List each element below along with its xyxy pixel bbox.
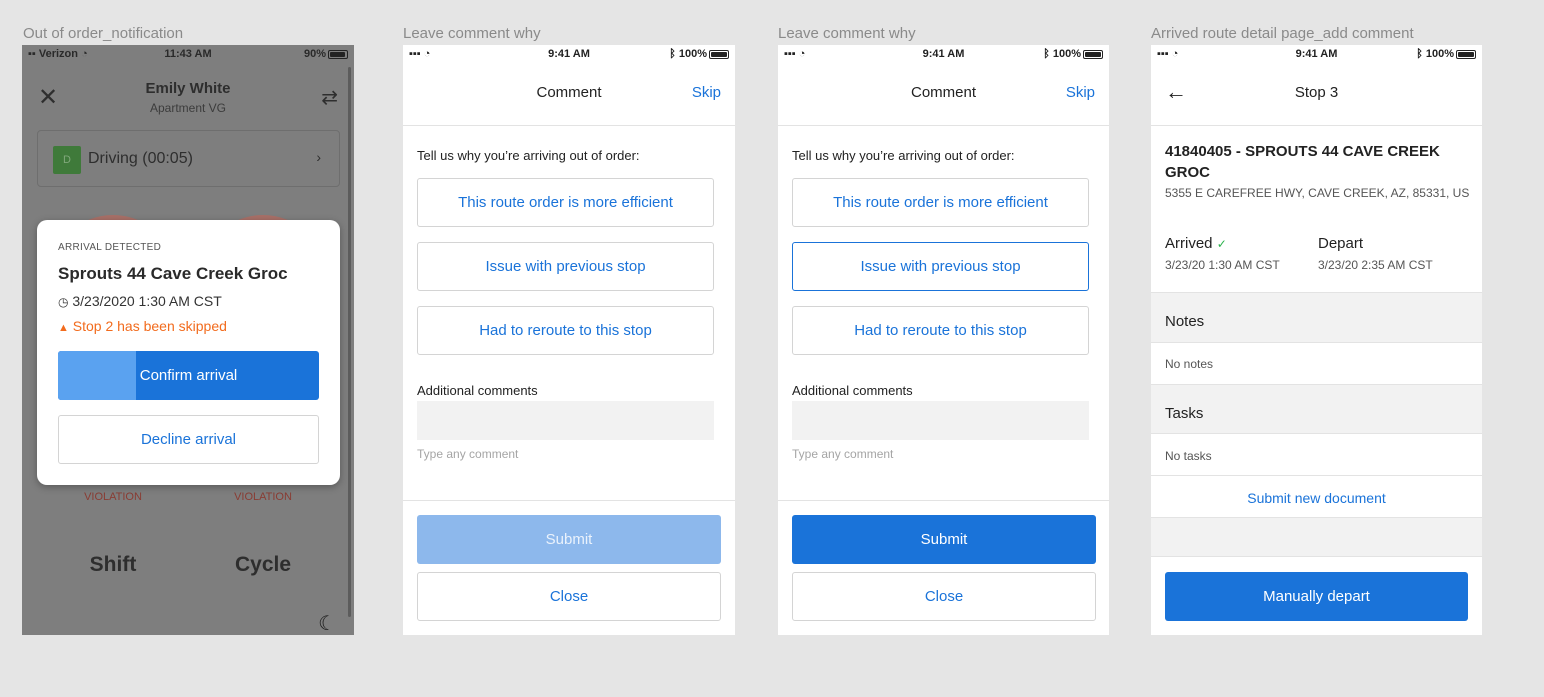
frame-label: Arrived route detail page_add comment: [1151, 25, 1414, 42]
skip-button[interactable]: Skip: [1066, 84, 1095, 101]
arrived-label: Arrived: [1165, 235, 1213, 252]
option-efficient[interactable]: This route order is more efficient: [792, 178, 1089, 227]
phone-comment-selected: ▪▪▪ ◔ 9:41 AM ᛒ 100% Comment Skip Tell us w…: [778, 45, 1109, 635]
spacer: [1151, 518, 1482, 557]
comment-input[interactable]: [792, 401, 1089, 440]
comment-placeholder: Type any comment: [792, 447, 894, 461]
stop-title: 41840405 - SPROUTS 44 CAVE CREEK GROC: [1165, 143, 1440, 181]
battery-icon: [1456, 49, 1476, 59]
decline-arrival-button[interactable]: Decline arrival: [58, 415, 319, 464]
frame-label: Out of order_notification: [23, 25, 184, 42]
status-time: 11:43 AM: [164, 48, 212, 60]
warning-icon: ▲: [58, 322, 69, 334]
manually-depart-button[interactable]: Manually depart: [1165, 572, 1468, 621]
tasks-section-header: Tasks: [1151, 385, 1482, 434]
status-bar: ▪▪▪ ◔ 9:41 AM ᛒ 100%: [1151, 45, 1482, 63]
close-button[interactable]: Close: [417, 572, 721, 621]
cycle-label: Cycle: [234, 553, 292, 576]
comment-placeholder: Type any comment: [417, 447, 519, 461]
phone-out-of-order-notification: ▪▪ Verizon ◔ 11:43 AM 90% ✕ Emily White …: [22, 45, 354, 635]
prompt: Tell us why you’re arriving out of order…: [417, 148, 640, 163]
tasks-title: Tasks: [1165, 405, 1204, 422]
divider: [403, 500, 735, 501]
status-time: 9:41 AM: [922, 48, 965, 60]
close-button[interactable]: Close: [792, 572, 1096, 621]
duty-label: Driving (00:05): [88, 150, 193, 167]
phone-comment-empty: ▪▪▪ ◔ 9:41 AM ᛒ 100% Comment Skip Tell us w…: [403, 45, 735, 635]
frame-label: Leave comment why: [403, 25, 541, 42]
shift-label: Shift: [89, 553, 137, 576]
cycle-status: VIOLATION: [234, 491, 292, 503]
option-efficient[interactable]: This route order is more efficient: [417, 178, 714, 227]
submit-new-document-link[interactable]: Submit new document: [1151, 476, 1482, 518]
status-bar: ▪▪ Verizon ◔ 11:43 AM 90%: [22, 45, 354, 63]
depart-time: 3/23/20 2:35 AM CST: [1318, 258, 1433, 272]
page-title: Comment: [910, 84, 977, 101]
shift-status: VIOLATION: [84, 491, 142, 503]
stop-address: 5355 E CAREFREE HWY, CAVE CREEK, AZ, 853…: [1165, 186, 1470, 200]
frame-label: Leave comment why: [778, 25, 916, 42]
depart-label: Depart: [1318, 235, 1364, 252]
driver-subtitle: Apartment VG: [149, 101, 227, 115]
option-reroute[interactable]: Had to reroute to this stop: [792, 306, 1089, 355]
duty-badge: D: [53, 146, 81, 174]
tasks-empty-row: No tasks: [1151, 434, 1482, 476]
chevron-right-icon: ›: [316, 149, 321, 165]
option-previous-stop-selected[interactable]: Issue with previous stop: [792, 242, 1089, 291]
comments-label: Additional comments: [417, 383, 538, 398]
status-bar: ▪▪▪ ◔ 9:41 AM ᛒ 100%: [778, 45, 1109, 63]
header: ← Stop 3: [1151, 63, 1482, 126]
header: Comment Skip: [778, 63, 1109, 126]
battery-icon: [328, 49, 348, 59]
battery-icon: [709, 49, 729, 59]
notes-section-header: Notes: [1151, 292, 1482, 343]
prompt: Tell us why you’re arriving out of order…: [792, 148, 1015, 163]
arrived-time: 3/23/20 1:30 AM CST: [1165, 258, 1280, 272]
header: Comment Skip: [403, 63, 735, 126]
modal-title: Sprouts 44 Cave Creek Groc: [58, 264, 288, 283]
notes-empty-row: No notes: [1151, 343, 1482, 385]
check-icon: ✓: [1216, 237, 1227, 251]
scrollbar[interactable]: [348, 67, 351, 617]
arrival-time: 3/23/2020 1:30 AM CST: [72, 293, 222, 309]
swap-icon[interactable]: ⇄: [321, 85, 338, 110]
option-previous-stop[interactable]: Issue with previous stop: [417, 242, 714, 291]
page-title: Stop 3: [1294, 84, 1339, 101]
driver-name: Emily White: [145, 80, 231, 97]
skip-warning: Stop 2 has been skipped: [72, 318, 227, 334]
divider: [778, 500, 1109, 501]
confirm-arrival-button[interactable]: Confirm arrival: [58, 351, 319, 400]
tasks-empty: No tasks: [1165, 449, 1212, 463]
comments-label: Additional comments: [792, 383, 913, 398]
submit-button[interactable]: Submit: [792, 515, 1096, 564]
notes-empty: No notes: [1165, 357, 1214, 371]
comment-input[interactable]: [417, 401, 714, 440]
submit-button-disabled[interactable]: Submit: [417, 515, 721, 564]
phone-stop-detail: ▪▪▪ ◔ 9:41 AM ᛒ 100% ← Stop 3 41840405 - S…: [1151, 45, 1482, 635]
modal-eyebrow: ARRIVAL DETECTED: [58, 242, 162, 253]
status-time: 9:41 AM: [548, 48, 590, 60]
status-time: 9:41 AM: [1295, 48, 1338, 60]
skip-button[interactable]: Skip: [692, 84, 721, 101]
option-reroute[interactable]: Had to reroute to this stop: [417, 306, 714, 355]
duty-status-card[interactable]: D Driving (00:05) ›: [37, 130, 340, 187]
battery-icon: [1083, 49, 1103, 59]
status-bar: ▪▪▪ ◔ 9:41 AM ᛒ 100%: [403, 45, 735, 63]
page-title: Comment: [536, 84, 602, 101]
arrival-modal: ARRIVAL DETECTED Sprouts 44 Cave Creek G…: [37, 220, 340, 485]
moon-icon[interactable]: ☾: [318, 611, 336, 635]
notes-title: Notes: [1165, 313, 1205, 330]
clock-icon: ◷: [58, 295, 69, 309]
confirm-label: Confirm arrival: [139, 367, 238, 384]
